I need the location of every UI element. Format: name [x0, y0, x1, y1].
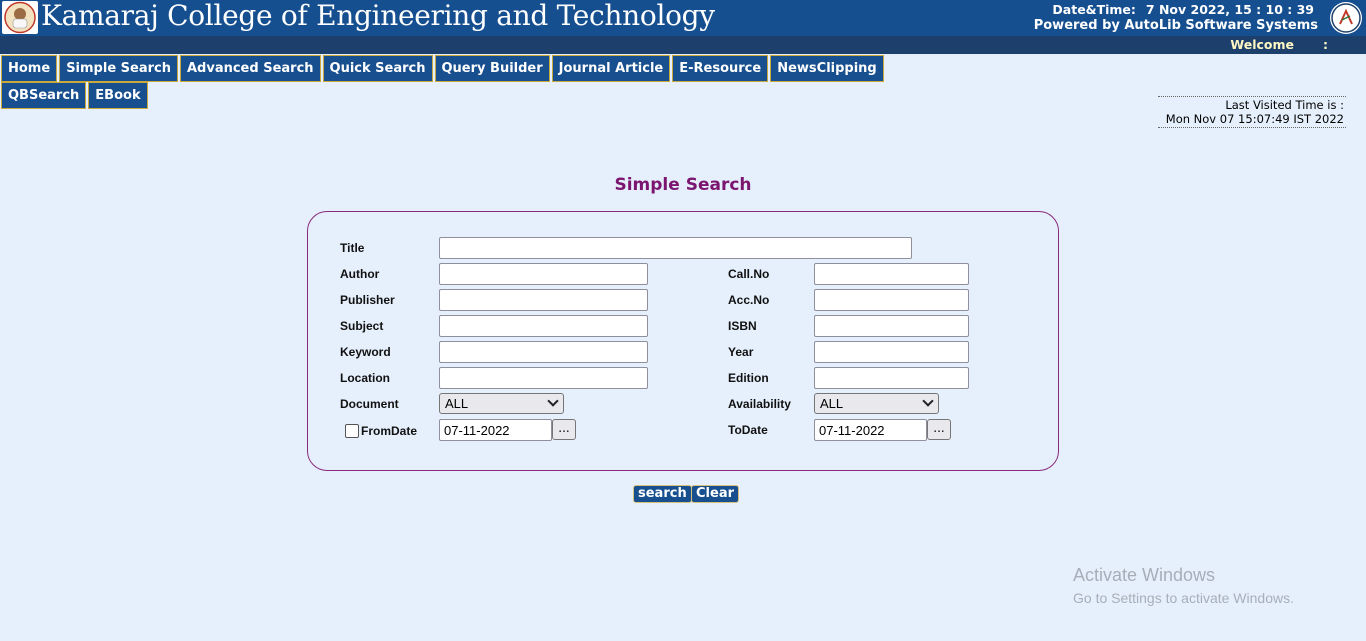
last-visited-box: Last Visited Time is : Mon Nov 07 15:07:… [1158, 96, 1346, 128]
location-input[interactable] [439, 367, 648, 389]
activate-windows-subtitle: Go to Settings to activate Windows. [1073, 590, 1294, 606]
document-label: Document [340, 397, 399, 411]
document-select[interactable]: ALL [439, 393, 564, 414]
author-input[interactable] [439, 263, 648, 285]
nav-advanced-search[interactable]: Advanced Search [179, 55, 321, 82]
todate-label: ToDate [728, 423, 768, 437]
year-label: Year [728, 345, 754, 359]
fromdate-checkbox[interactable] [345, 424, 359, 438]
main-nav: Home Simple Search Advanced Search Quick… [1, 55, 884, 109]
welcome-colon: : [1323, 37, 1328, 52]
powered-by: Powered by AutoLib Software Systems [1033, 18, 1318, 33]
nav-row-2: QBSearch EBook [1, 82, 821, 109]
header-bar: Kamaraj College of Engineering and Techn… [0, 0, 1366, 36]
keyword-input[interactable] [439, 341, 648, 363]
nav-qbsearch[interactable]: QBSearch [1, 82, 87, 109]
nav-row-1: Home Simple Search Advanced Search Quick… [1, 55, 884, 82]
isbn-label: ISBN [728, 319, 757, 333]
availability-select-value: ALL [820, 396, 844, 411]
isbn-input[interactable] [814, 315, 969, 337]
autolib-logo [1330, 2, 1362, 34]
nav-e-resource[interactable]: E-Resource [672, 55, 769, 82]
nav-query-builder[interactable]: Query Builder [434, 55, 550, 82]
datetime-label: Date&Time: [1052, 2, 1136, 17]
todate-input[interactable] [814, 419, 927, 441]
publisher-input[interactable] [439, 289, 648, 311]
availability-label: Availability [728, 397, 791, 411]
publisher-label: Publisher [340, 293, 395, 307]
callno-input[interactable] [814, 263, 969, 285]
nav-quick-search[interactable]: Quick Search [322, 55, 433, 82]
nav-simple-search[interactable]: Simple Search [59, 55, 178, 82]
accno-label: Acc.No [728, 293, 770, 307]
nav-journal-article[interactable]: Journal Article [551, 55, 671, 82]
author-label: Author [340, 267, 380, 281]
fromdate-label: FromDate [361, 424, 418, 438]
title-input[interactable] [439, 237, 912, 259]
welcome-bar: Welcome : [0, 36, 1366, 54]
activate-windows-title: Activate Windows [1073, 565, 1216, 585]
document-select-value: ALL [445, 396, 469, 411]
nav-ebook[interactable]: EBook [88, 82, 148, 109]
title-label: Title [340, 241, 365, 255]
datetime-value: 7 Nov 2022, 15 : 10 : 39 [1145, 2, 1314, 17]
availability-select[interactable]: ALL [814, 393, 939, 414]
college-name: Kamaraj College of Engineering and Techn… [41, 0, 715, 32]
search-button[interactable]: search [633, 485, 692, 503]
fromdate-input[interactable] [439, 419, 552, 441]
fromdate-picker-button[interactable]: ... [552, 419, 576, 440]
keyword-label: Keyword [340, 345, 391, 359]
clear-button[interactable]: Clear [691, 485, 739, 503]
todate-picker-button[interactable]: ... [927, 419, 951, 440]
welcome-text: Welcome [1230, 37, 1294, 52]
subject-input[interactable] [439, 315, 648, 337]
chevron-down-icon [922, 395, 934, 407]
college-logo [2, 1, 38, 34]
accno-input[interactable] [814, 289, 969, 311]
datetime: Date&Time: 7 Nov 2022, 15 : 10 : 39 [1052, 2, 1314, 17]
nav-newsclipping[interactable]: NewsClipping [770, 55, 884, 82]
last-visited-label: Last Visited Time is : [1225, 98, 1344, 112]
year-input[interactable] [814, 341, 969, 363]
callno-label: Call.No [728, 267, 770, 281]
edition-label: Edition [728, 371, 769, 385]
edition-input[interactable] [814, 367, 969, 389]
location-label: Location [340, 371, 390, 385]
subject-label: Subject [340, 319, 384, 333]
page-title: Simple Search [614, 175, 752, 195]
nav-home[interactable]: Home [1, 55, 58, 82]
chevron-down-icon [547, 395, 559, 407]
last-visited-value: Mon Nov 07 15:07:49 IST 2022 [1165, 112, 1344, 126]
